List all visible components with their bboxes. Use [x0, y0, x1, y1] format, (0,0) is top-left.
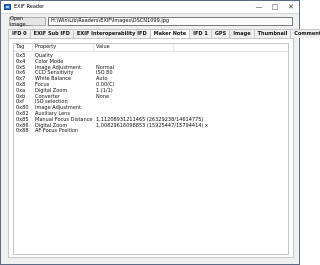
table-row[interactable]: 0x88 AF Focus Position — [14, 128, 288, 134]
window-title: EXIF Reader — [14, 4, 45, 10]
column-header-property[interactable]: Property — [33, 44, 94, 51]
tab-exif-sub-ifd[interactable]: EXIF Sub IFD — [29, 29, 74, 38]
maker-note-panel: Tag Property Value 0x3 Quality 0x4 Color… — [8, 38, 294, 258]
exif-reader-window: EXIF Reader — □ ✕ Open image... H:\Win\L… — [0, 0, 320, 265]
minimize-icon[interactable]: — — [251, 1, 267, 13]
tab-maker-note[interactable]: Maker Note — [149, 29, 191, 38]
column-header-value[interactable]: Value — [94, 44, 174, 51]
tab-ifd0[interactable]: IFD 0 — [8, 29, 31, 38]
column-header-tag[interactable]: Tag — [14, 44, 33, 51]
maximize-icon[interactable]: □ — [267, 1, 283, 13]
close-icon[interactable]: ✕ — [283, 1, 299, 13]
tab-image[interactable]: Image — [229, 29, 255, 38]
file-path-field[interactable]: H:\Win\Lib\Readers\EXIF\Images\DSCN1099.… — [48, 17, 293, 26]
list-header: Tag Property Value — [14, 44, 288, 52]
tab-comment[interactable]: Comment — [290, 29, 320, 38]
exif-list-view[interactable]: Tag Property Value 0x3 Quality 0x4 Color… — [13, 43, 289, 255]
tab-exif-interoperability-ifd[interactable]: EXIF Interoperability IFD — [72, 29, 151, 38]
tab-gps[interactable]: GPS — [210, 29, 231, 38]
title-bar: EXIF Reader — □ ✕ — [1, 1, 299, 14]
list-rows: 0x3 Quality 0x4 Color Mode 0x5 Image Adj… — [14, 53, 288, 134]
app-icon — [4, 4, 11, 10]
tab-thumbnail[interactable]: Thumbnail — [253, 29, 292, 38]
cell-tag: 0x88 — [16, 128, 29, 135]
tab-strip: IFD 0 EXIF Sub IFD EXIF Interoperability… — [8, 29, 320, 38]
cell-property: AF Focus Position — [35, 128, 79, 135]
open-image-button[interactable]: Open image... — [9, 16, 46, 28]
tab-ifd1[interactable]: IFD 1 — [189, 29, 212, 38]
